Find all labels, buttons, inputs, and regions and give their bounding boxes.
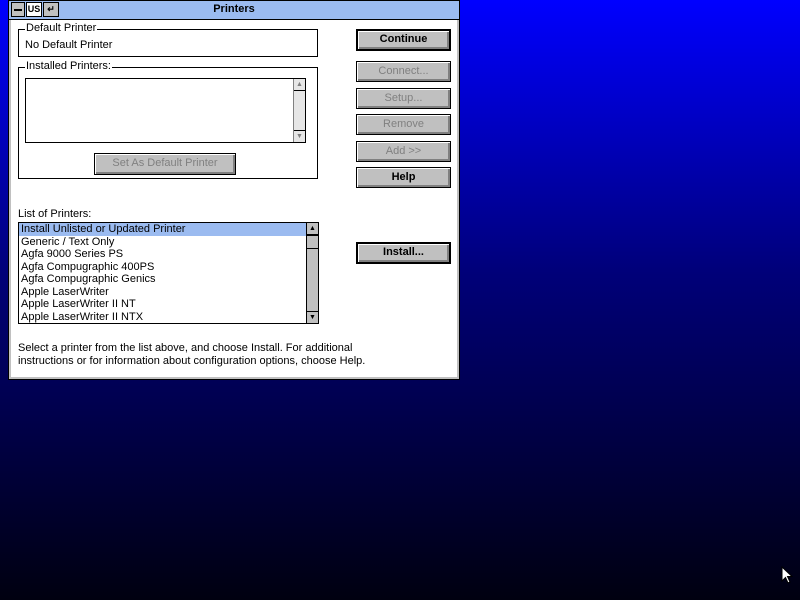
scroll-up-arrow-icon[interactable]: ▲ xyxy=(294,79,305,91)
list-item[interactable]: Apple LaserWriter xyxy=(19,286,306,299)
setup-button[interactable]: Setup... xyxy=(356,88,451,109)
list-item[interactable]: Generic / Text Only xyxy=(19,236,306,249)
mouse-pointer-icon xyxy=(781,566,793,584)
list-item[interactable]: Agfa Compugraphic 400PS xyxy=(19,261,306,274)
list-item[interactable]: Apple LaserWriter II NT xyxy=(19,298,306,311)
list-of-printers-label: List of Printers: xyxy=(18,208,92,220)
list-item[interactable]: Agfa 9000 Series PS xyxy=(19,248,306,261)
default-printer-legend: Default Printer xyxy=(25,22,98,34)
instructions-line-1: Select a printer from the list above, an… xyxy=(18,342,353,354)
list-item[interactable]: Agfa Compugraphic Genics xyxy=(19,273,306,286)
installed-printers-list[interactable]: ▲ ▼ xyxy=(25,78,306,143)
instructions-line-2: instructions or for information about co… xyxy=(18,355,366,367)
installed-printers-legend: Installed Printers: xyxy=(25,60,112,72)
default-printer-value: No Default Printer xyxy=(25,39,113,51)
install-button[interactable]: Install... xyxy=(356,242,451,264)
add-button[interactable]: Add >> xyxy=(356,141,451,162)
window-title: Printers xyxy=(213,3,255,15)
scroll-down-arrow-icon[interactable]: ▼ xyxy=(307,311,318,323)
list-item[interactable]: Apple LaserWriter II NTX xyxy=(19,311,306,324)
remove-button[interactable]: Remove xyxy=(356,114,451,135)
scroll-thumb[interactable] xyxy=(307,235,318,249)
scroll-down-arrow-icon[interactable]: ▼ xyxy=(294,130,305,142)
list-item[interactable]: Install Unlisted or Updated Printer xyxy=(19,223,306,236)
connect-button[interactable]: Connect... xyxy=(356,61,451,82)
help-button[interactable]: Help xyxy=(356,167,451,188)
default-printer-group: Default Printer No Default Printer xyxy=(18,22,318,57)
installed-printers-group: Installed Printers: ▲ ▼ Set As Default P… xyxy=(18,60,318,179)
printer-items: Install Unlisted or Updated Printer Gene… xyxy=(19,223,306,323)
printers-dialog: US ↵ Printers Default Printer No Default… xyxy=(8,0,460,380)
set-default-printer-button[interactable]: Set As Default Printer xyxy=(94,153,236,175)
scroll-up-arrow-icon[interactable]: ▲ xyxy=(307,223,318,235)
title-bar[interactable]: US ↵ Printers xyxy=(9,1,459,20)
printer-list-scrollbar[interactable]: ▲ ▼ xyxy=(306,223,318,323)
list-of-printers[interactable]: Install Unlisted or Updated Printer Gene… xyxy=(18,222,319,324)
installed-printers-scrollbar[interactable]: ▲ ▼ xyxy=(293,79,305,142)
continue-button[interactable]: Continue xyxy=(356,29,451,51)
